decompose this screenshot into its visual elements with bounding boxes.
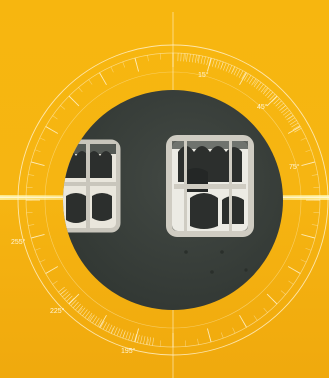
- label-225: 225°: [50, 307, 65, 315]
- right-window: [166, 135, 254, 237]
- label-45: 45°: [257, 103, 268, 111]
- label-15: 15°: [198, 71, 209, 79]
- label-75: 75°: [289, 163, 300, 171]
- label-195: 195°: [121, 347, 136, 355]
- label-255: 255°: [11, 238, 26, 246]
- compass-dial-illustration: 15° 45° 75° 255° 225° 195°: [0, 0, 329, 378]
